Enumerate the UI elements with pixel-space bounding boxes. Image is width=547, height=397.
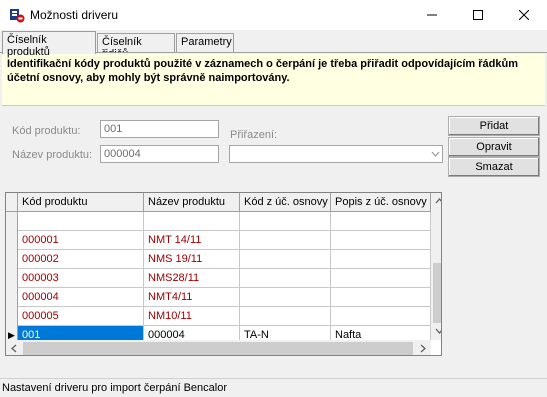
col-header-product-code[interactable]: Kód produktu bbox=[18, 193, 144, 212]
cell-account-desc[interactable] bbox=[331, 288, 431, 307]
cell-account-desc[interactable] bbox=[331, 212, 431, 231]
table-row[interactable]: 000002 NMS 19/11 bbox=[6, 250, 431, 269]
add-button-label: Přidat bbox=[479, 120, 509, 132]
cell-account-desc[interactable] bbox=[331, 269, 431, 288]
product-name-field[interactable]: 000004 bbox=[100, 145, 219, 163]
grid-corner bbox=[6, 193, 18, 212]
horizontal-scroll-thumb[interactable] bbox=[23, 342, 413, 355]
product-code-label: Kód produktu: bbox=[12, 125, 81, 137]
maximize-icon bbox=[473, 10, 483, 20]
cell-account-desc[interactable] bbox=[331, 250, 431, 269]
status-bar: Nastavení driveru pro import čerpání Ben… bbox=[0, 378, 547, 397]
col-header-account-code[interactable]: Kód z úč. osnovy bbox=[240, 193, 331, 212]
table-row[interactable]: 000005 NM10/11 bbox=[6, 307, 431, 326]
tab-product-catalog[interactable]: Číselník produktů bbox=[2, 31, 96, 58]
vertical-scrollbar[interactable] bbox=[431, 193, 442, 340]
cell-product-code[interactable]: 000005 bbox=[18, 307, 144, 326]
cell-product-code[interactable]: 000001 bbox=[18, 231, 144, 250]
product-grid[interactable]: Kód produktu Název produktu Kód z úč. os… bbox=[5, 192, 442, 356]
cell-account-code[interactable] bbox=[240, 231, 331, 250]
cell-account-code[interactable] bbox=[240, 307, 331, 326]
table-row[interactable]: 000004 NMT4/11 bbox=[6, 288, 431, 307]
cell-product-name[interactable]: NMS 19/11 bbox=[144, 250, 240, 269]
edit-button[interactable]: Opravit bbox=[448, 137, 540, 157]
cell-product-code[interactable]: 000004 bbox=[18, 288, 144, 307]
row-indicator[interactable] bbox=[6, 269, 18, 288]
grid-body: 000001 NMT 14/11 000002 NMS 19/11 000003 NMS2… bbox=[6, 212, 431, 355]
scroll-up-icon[interactable] bbox=[435, 198, 442, 204]
cell-product-code[interactable]: 000002 bbox=[18, 250, 144, 269]
minimize-button[interactable] bbox=[409, 0, 455, 30]
add-button[interactable]: Přidat bbox=[448, 116, 540, 136]
row-indicator[interactable] bbox=[6, 307, 18, 326]
cell-account-code[interactable] bbox=[240, 250, 331, 269]
cell-product-name[interactable] bbox=[144, 212, 240, 231]
edit-button-label: Opravit bbox=[476, 141, 512, 153]
maximize-button[interactable] bbox=[455, 0, 501, 30]
cell-product-name[interactable]: NMS28/11 bbox=[144, 269, 240, 288]
cell-product-name[interactable]: NM10/11 bbox=[144, 307, 240, 326]
scroll-right-icon[interactable] bbox=[420, 344, 426, 353]
vertical-scroll-thumb[interactable] bbox=[433, 263, 441, 323]
row-indicator[interactable] bbox=[6, 231, 18, 250]
product-name-label: Název produktu: bbox=[12, 149, 93, 161]
table-row[interactable]: 000003 NMS28/11 bbox=[6, 269, 431, 288]
cell-account-desc[interactable] bbox=[331, 307, 431, 326]
window-title: Možnosti driveru bbox=[30, 8, 119, 22]
scroll-down-icon[interactable] bbox=[435, 328, 442, 334]
assignment-label: Přiřazení: bbox=[230, 129, 278, 141]
cell-product-name[interactable]: NMT 14/11 bbox=[144, 231, 240, 250]
cell-product-name[interactable]: NMT4/11 bbox=[144, 288, 240, 307]
scroll-left-icon[interactable] bbox=[11, 344, 17, 353]
horizontal-scrollbar[interactable] bbox=[6, 340, 431, 355]
chevron-down-icon bbox=[431, 151, 440, 157]
delete-button[interactable]: Smazat bbox=[448, 157, 540, 177]
app-icon bbox=[10, 9, 25, 23]
cell-account-code[interactable] bbox=[240, 288, 331, 307]
info-message: Identifikační kódy produktů použité v zá… bbox=[2, 54, 545, 106]
tab-driver-catalog[interactable]: Číselník řidičů bbox=[97, 33, 175, 60]
table-row[interactable] bbox=[6, 212, 431, 231]
delete-button-label: Smazat bbox=[475, 161, 513, 173]
close-button[interactable] bbox=[501, 0, 547, 30]
col-header-product-name[interactable]: Název produktu bbox=[144, 193, 240, 212]
close-icon bbox=[519, 10, 529, 20]
product-code-field[interactable]: 001 bbox=[100, 120, 219, 138]
assignment-select[interactable] bbox=[229, 145, 443, 163]
row-indicator[interactable] bbox=[6, 288, 18, 307]
cell-product-code[interactable]: 000003 bbox=[18, 269, 144, 288]
table-row[interactable]: 000001 NMT 14/11 bbox=[6, 231, 431, 250]
cell-account-desc[interactable] bbox=[331, 231, 431, 250]
row-indicator[interactable] bbox=[6, 212, 18, 231]
col-header-account-desc[interactable]: Popis z úč. osnovy bbox=[331, 193, 431, 212]
cell-account-code[interactable] bbox=[240, 212, 331, 231]
title-bar: Možnosti driveru bbox=[0, 0, 547, 30]
cell-account-code[interactable] bbox=[240, 269, 331, 288]
minimize-icon bbox=[427, 14, 437, 16]
cell-product-code[interactable] bbox=[18, 212, 144, 231]
row-indicator[interactable] bbox=[6, 250, 18, 269]
tab-parameters[interactable]: Parametry bbox=[176, 33, 234, 53]
